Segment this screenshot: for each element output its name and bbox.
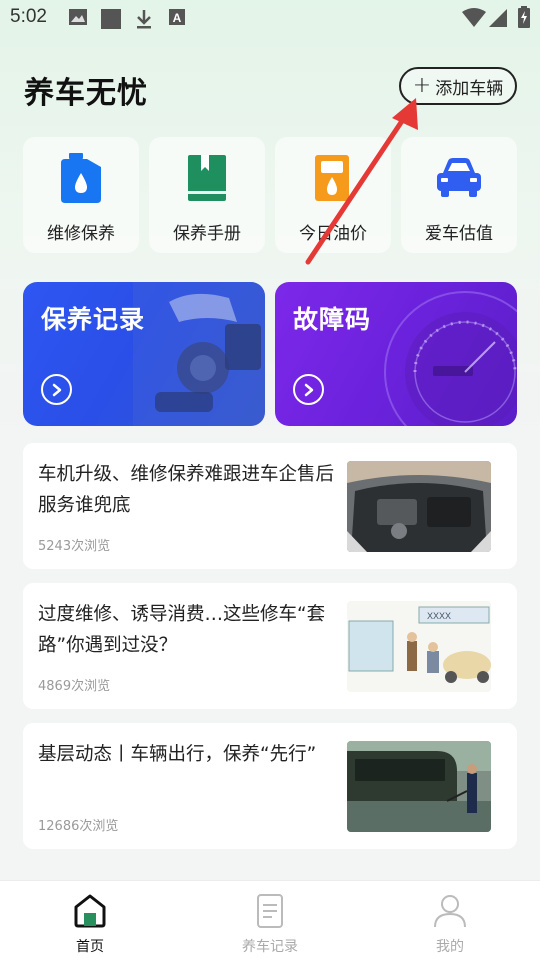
document-icon	[257, 894, 283, 928]
oil-can-icon	[61, 153, 101, 203]
add-vehicle-label: 添加车辆	[435, 78, 504, 99]
quick-action-manual[interactable]: 保养手册	[149, 137, 265, 253]
news-thumbnail	[347, 741, 491, 832]
car-icon	[437, 158, 481, 197]
news-views: 12686次浏览	[38, 819, 119, 834]
maintenance-record-card[interactable]: 保养记录	[23, 282, 265, 426]
svg-text:XXXX: XXXX	[427, 611, 451, 621]
quick-action-label: 保养手册	[173, 224, 241, 244]
battery-icon	[518, 6, 530, 28]
signal-icon	[489, 9, 507, 27]
bottom-tab-bar: 首页 养车记录 我的	[0, 880, 540, 960]
home-icon	[74, 894, 106, 928]
download-icon	[137, 10, 151, 29]
wifi-icon	[462, 8, 486, 27]
engine-photo	[133, 282, 265, 426]
speedometer-photo	[384, 291, 517, 426]
news-views: 4869次浏览	[38, 679, 111, 694]
news-thumbnail: XXXX	[347, 601, 491, 692]
app-title: 养车无忧	[24, 76, 148, 111]
status-bar: 5:02 A	[0, 0, 540, 36]
news-title: 车机升级、维修保养难跟进车企售后服务谁兜底	[38, 464, 335, 516]
news-item[interactable]: 过度维修、诱导消费…这些修车“套路”你遇到过没？ 4869次浏览 XXXX	[23, 583, 517, 709]
fault-code-card[interactable]: 故障码	[275, 282, 517, 426]
news-item[interactable]: 基层动态丨车辆出行，保养“先行” 12686次浏览	[23, 723, 517, 849]
news-title: 基层动态丨车辆出行，保养“先行”	[38, 744, 317, 765]
card-title: 保养记录	[41, 305, 146, 334]
font-a-icon: A	[169, 9, 185, 25]
gallery-icon	[69, 9, 87, 25]
arrow-right-icon[interactable]	[293, 374, 324, 405]
tab-label: 首页	[76, 939, 104, 955]
news-thumbnail	[347, 461, 491, 552]
person-icon	[434, 895, 466, 928]
tab-maintenance-records[interactable]: 养车记录	[210, 881, 330, 960]
tab-label: 我的	[436, 939, 464, 955]
tab-label: 养车记录	[242, 939, 298, 955]
tab-profile[interactable]: 我的	[390, 881, 510, 960]
news-views: 5243次浏览	[38, 539, 111, 554]
quick-action-maintenance[interactable]: 维修保养	[23, 137, 139, 253]
arrow-right-icon[interactable]	[41, 374, 72, 405]
annotation-arrow-icon	[305, 98, 418, 265]
manual-book-icon	[188, 155, 226, 201]
svg-text:A: A	[173, 11, 182, 25]
news-item[interactable]: 车机升级、维修保养难跟进车企售后服务谁兜底 5243次浏览	[23, 443, 517, 569]
news-title: 过度维修、诱导消费…这些修车“套路”你遇到过没？	[38, 604, 326, 656]
quick-action-label: 维修保养	[47, 224, 115, 244]
status-time: 5:02	[10, 6, 47, 27]
app-square-icon	[101, 9, 121, 29]
tab-home[interactable]: 首页	[30, 881, 150, 960]
card-title: 故障码	[293, 305, 372, 334]
